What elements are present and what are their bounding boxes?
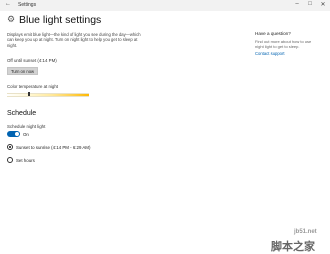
watermark-brand: 脚本之家 [271, 241, 315, 253]
minimize-icon[interactable]: – [292, 1, 302, 7]
slider-thumb[interactable] [27, 92, 30, 96]
maximize-icon[interactable]: □ [305, 1, 315, 7]
color-temperature-slider[interactable] [7, 92, 89, 97]
watermark-site: jb51.net [294, 229, 317, 235]
help-title: Have a question? [255, 31, 291, 36]
toggle-state-text: On [23, 132, 29, 137]
close-icon[interactable]: ✕ [318, 1, 328, 8]
color-temperature-label: Color temperature at night [7, 84, 59, 89]
help-panel: Have a question? Find out more about how… [255, 31, 321, 56]
page-title: Blue light settings [19, 14, 102, 26]
help-text: Find out more about how to use night lig… [255, 39, 312, 49]
contact-support-link[interactable]: Contact support [255, 51, 321, 56]
schedule-toggle[interactable] [7, 131, 20, 137]
status-text: Off until sunset (4:14 PM) [7, 58, 57, 63]
slider-track[interactable] [7, 93, 89, 97]
gear-icon: ⚙ [7, 14, 16, 24]
window-title: Settings [18, 2, 37, 8]
toggle-knob [15, 132, 19, 136]
description-text: Displays emit blue light—the kind of lig… [7, 32, 141, 48]
radio-set-hours[interactable] [7, 157, 13, 163]
schedule-heading: Schedule [7, 110, 37, 117]
title-bar: ← Settings – □ ✕ [0, 0, 330, 11]
radio-label-set-hours[interactable]: Set hours [16, 158, 35, 163]
turn-on-now-button[interactable]: Turn on now [7, 67, 38, 75]
back-arrow-icon[interactable]: ← [4, 1, 12, 7]
radio-label-sunset-to-sunrise[interactable]: Sunset to sunrise (4:14 PM - 6:29 AM) [16, 145, 90, 150]
radio-sunset-to-sunrise[interactable] [7, 144, 13, 150]
schedule-toggle-label: Schedule night light [7, 124, 46, 129]
